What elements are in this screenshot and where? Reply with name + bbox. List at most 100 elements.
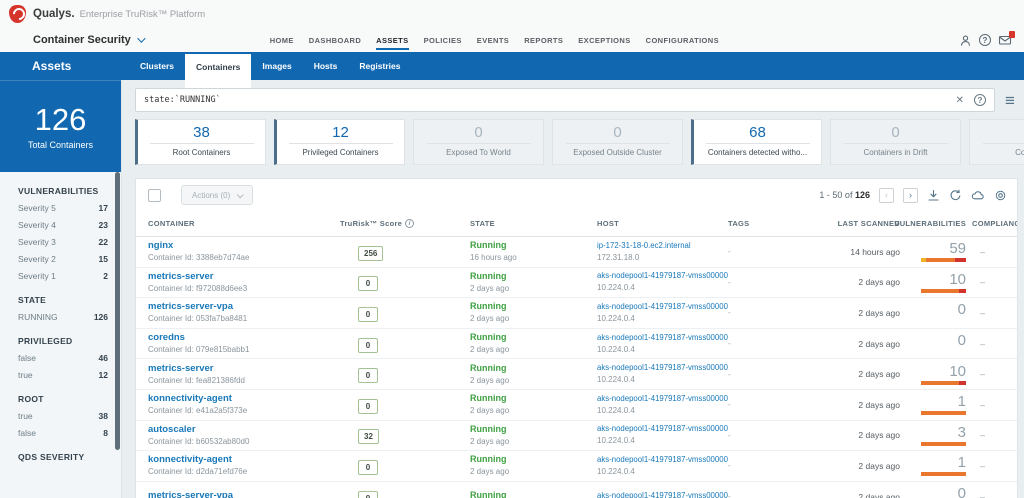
- filter-item-label: Severity 4: [18, 220, 56, 230]
- nav-item[interactable]: EXCEPTIONS: [578, 31, 630, 50]
- search-help-icon[interactable]: ?: [974, 94, 986, 106]
- host-link[interactable]: aks-nodepool1-41979187-vmss000000: [597, 333, 728, 343]
- nav-item[interactable]: EVENTS: [477, 31, 509, 50]
- host-link[interactable]: aks-nodepool1-41979187-vmss000000: [597, 363, 728, 373]
- stat-card-divider: [705, 143, 810, 144]
- clear-search-icon[interactable]: ✕: [956, 95, 964, 106]
- table-row[interactable]: konnectivity-agent Container Id: e41a2a5…: [136, 390, 1017, 421]
- column-header[interactable]: LAST SCANNED: [805, 219, 900, 228]
- table-row[interactable]: metrics-server Container Id: f972088d6ee…: [136, 268, 1017, 299]
- table-row[interactable]: coredns Container Id: 079e815babb1 0 Run…: [136, 329, 1017, 360]
- column-header[interactable]: VULNERABILITIES: [894, 219, 972, 228]
- filter-item[interactable]: Severity 5 17: [18, 203, 108, 213]
- vuln-bar-segment: [955, 258, 966, 263]
- nav-item[interactable]: DASHBOARD: [309, 31, 361, 50]
- vuln-bar-segment: [921, 288, 959, 293]
- user-icon[interactable]: [959, 34, 972, 47]
- search-input[interactable]: state:`RUNNING` ✕ ?: [135, 88, 995, 112]
- container-name-link[interactable]: nginx: [148, 240, 340, 251]
- settings-gear-icon[interactable]: [994, 189, 1007, 202]
- stat-card[interactable]: 38 Root Containers: [135, 119, 266, 165]
- container-name-link[interactable]: autoscaler: [148, 424, 340, 435]
- tab[interactable]: Containers: [185, 54, 252, 88]
- vuln-bar-segment: [959, 288, 966, 293]
- notifications-mail-icon[interactable]: [998, 31, 1015, 46]
- host-link[interactable]: aks-nodepool1-41979187-vmss000000: [597, 394, 728, 404]
- table-row[interactable]: metrics-server Container Id: fea821386fd…: [136, 359, 1017, 390]
- host-link[interactable]: ip-172-31-18-0.ec2.internal: [597, 241, 728, 251]
- filter-item[interactable]: Severity 2 15: [18, 254, 108, 264]
- nav-item[interactable]: REPORTS: [524, 31, 563, 50]
- nav-item[interactable]: POLICIES: [424, 31, 462, 50]
- column-header[interactable]: HOST: [597, 219, 728, 228]
- nav-item[interactable]: HOME: [270, 31, 294, 50]
- container-name-link[interactable]: metrics-server: [148, 363, 340, 374]
- stat-card[interactable]: 0 Containers in Drift: [830, 119, 961, 165]
- stat-card-value: 38: [193, 124, 210, 141]
- filter-section-title: VULNERABILITIES: [18, 186, 99, 196]
- nav-item[interactable]: CONFIGURATIONS: [646, 31, 719, 50]
- info-icon[interactable]: i: [405, 219, 415, 228]
- table-row[interactable]: autoscaler Container Id: b60532ab80d0 32…: [136, 421, 1017, 452]
- host-link[interactable]: aks-nodepool1-41979187-vmss000000: [597, 302, 728, 312]
- filter-item[interactable]: Severity 3 22: [18, 237, 108, 247]
- table-row[interactable]: metrics-server-vpa 0 Running: [136, 482, 1017, 498]
- stat-card-divider: [982, 143, 1024, 144]
- column-header[interactable]: COMPLIANCE: [972, 219, 1017, 228]
- host-link[interactable]: aks-nodepool1-41979187-vmss000000: [597, 491, 728, 498]
- filter-item[interactable]: true 12: [18, 370, 108, 380]
- select-all-checkbox[interactable]: [148, 188, 161, 202]
- tab[interactable]: Images: [251, 52, 302, 80]
- stat-card-value: 68: [749, 124, 766, 141]
- cloud-icon[interactable]: [971, 189, 985, 201]
- filter-item[interactable]: Severity 1 2: [18, 271, 108, 281]
- stat-card[interactable]: 0 Exposed Outside Cluster: [552, 119, 683, 165]
- container-name-link[interactable]: metrics-server-vpa: [148, 490, 340, 498]
- container-name-link[interactable]: konnectivity-agent: [148, 393, 340, 404]
- chevron-down-icon: [136, 34, 146, 43]
- filter-section-items: true 38 false 8: [18, 411, 108, 438]
- last-scanned-cell: 2 days ago: [858, 369, 900, 380]
- tags-cell: -: [728, 247, 731, 257]
- stat-card[interactable]: 0 Exposed To World: [413, 119, 544, 165]
- container-name-link[interactable]: metrics-server-vpa: [148, 301, 340, 312]
- tab[interactable]: Clusters: [129, 52, 185, 80]
- stat-card[interactable]: Containers: [969, 119, 1024, 165]
- menu-hamburger-icon[interactable]: ≡: [1005, 92, 1015, 109]
- filter-item[interactable]: false 46: [18, 353, 108, 363]
- stat-card[interactable]: 68 Containers detected witho...: [691, 119, 822, 165]
- container-name-link[interactable]: coredns: [148, 332, 340, 343]
- tab[interactable]: Hosts: [303, 52, 349, 80]
- stat-card[interactable]: 12 Privileged Containers: [274, 119, 405, 165]
- host-link[interactable]: aks-nodepool1-41979187-vmss000000: [597, 424, 728, 434]
- container-name-link[interactable]: konnectivity-agent: [148, 454, 340, 465]
- tab[interactable]: Registries: [348, 52, 411, 80]
- filter-item[interactable]: false 8: [18, 428, 108, 438]
- next-page-button[interactable]: ›: [903, 187, 918, 203]
- filter-item[interactable]: RUNNING 126: [18, 312, 108, 322]
- qualys-logo-icon: [9, 5, 26, 23]
- nav-item[interactable]: ASSETS: [376, 31, 409, 50]
- filter-item-label: false: [18, 353, 36, 363]
- table-row[interactable]: metrics-server-vpa Container Id: 053fa7b…: [136, 298, 1017, 329]
- state-value: Running: [470, 270, 507, 281]
- prev-page-button[interactable]: ‹: [879, 187, 894, 203]
- column-header-label: TAGS: [728, 219, 750, 228]
- sidebar-scrollbar[interactable]: [115, 172, 120, 450]
- filter-item[interactable]: Severity 4 23: [18, 220, 108, 230]
- host-link[interactable]: aks-nodepool1-41979187-vmss000000: [597, 271, 728, 281]
- refresh-icon[interactable]: [949, 189, 962, 202]
- actions-button[interactable]: Actions (0): [181, 185, 254, 205]
- module-switcher[interactable]: Container Security: [33, 34, 146, 46]
- table-row[interactable]: konnectivity-agent Container Id: d2da71e…: [136, 451, 1017, 482]
- container-name-link[interactable]: metrics-server: [148, 271, 340, 282]
- column-header[interactable]: STATE: [470, 219, 597, 228]
- filter-item[interactable]: true 38: [18, 411, 108, 421]
- column-header[interactable]: TruRisk™ Score i: [340, 219, 470, 228]
- host-link[interactable]: aks-nodepool1-41979187-vmss000000: [597, 455, 728, 465]
- column-header[interactable]: TAGS: [728, 219, 805, 228]
- column-header[interactable]: CONTAINER: [148, 219, 340, 228]
- help-icon[interactable]: ?: [979, 34, 991, 46]
- table-row[interactable]: nginx Container Id: 3388eb7d74ae 256 Run…: [136, 237, 1017, 268]
- download-icon[interactable]: [927, 189, 940, 202]
